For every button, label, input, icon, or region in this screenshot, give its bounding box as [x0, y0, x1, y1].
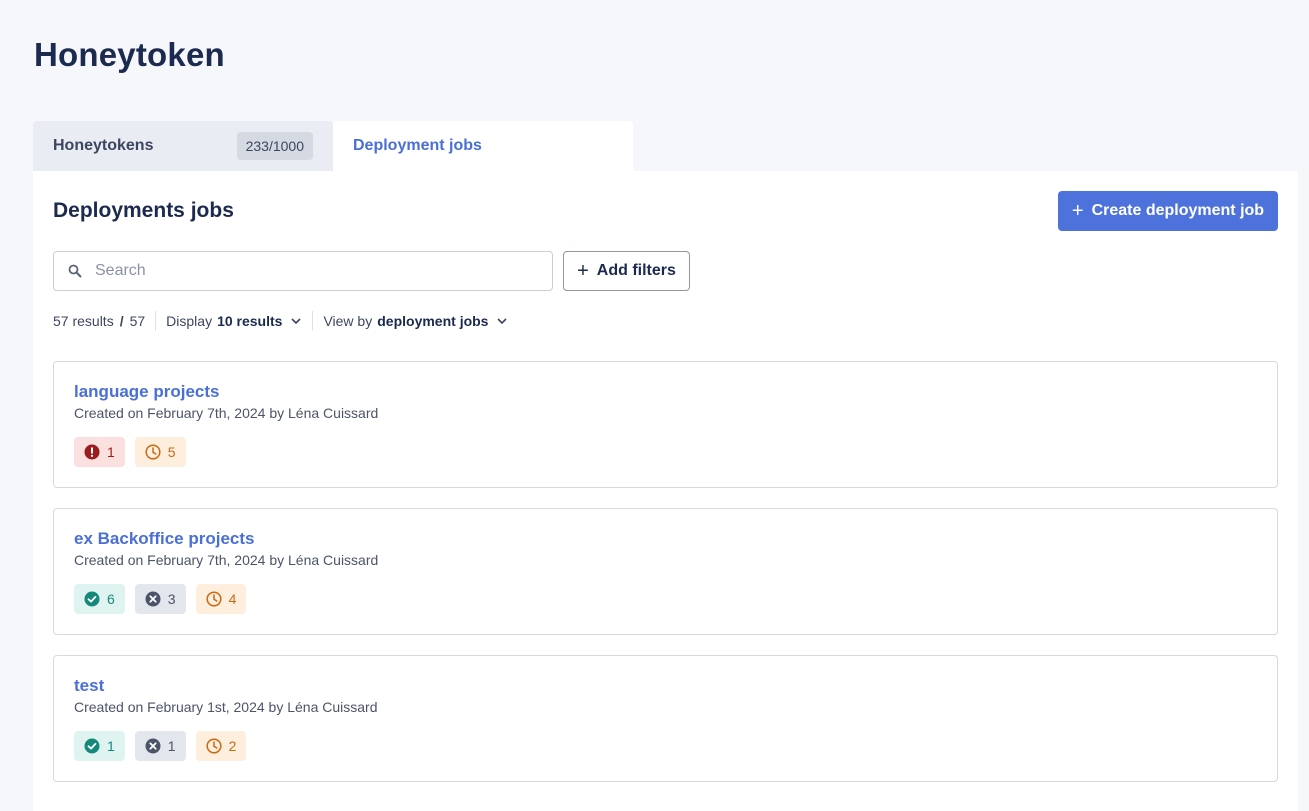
status-badge-success: 6: [74, 584, 125, 614]
display-value: 10 results: [217, 313, 283, 329]
status-badge-failed: 1: [134, 731, 186, 761]
badge-value: 2: [228, 738, 237, 754]
error-icon: [84, 444, 100, 460]
divider: [155, 311, 157, 331]
search-box: [53, 251, 553, 291]
view-by-dropdown[interactable]: View by deployment jobs: [323, 313, 508, 329]
badge-value: 1: [107, 738, 115, 754]
job-subtitle: Created on February 7th, 2024 by Léna Cu…: [74, 405, 379, 421]
results-count: 57 results: [53, 313, 114, 329]
badge-value: 4: [228, 591, 237, 607]
results-slash: /: [119, 313, 124, 329]
clock-icon: [206, 738, 222, 754]
panel-title: Deployments jobs: [53, 199, 234, 222]
tab-bar: Honeytokens 233/1000 Deployment jobs: [33, 121, 633, 171]
badge-value: 1: [167, 738, 176, 754]
deployment-jobs-panel: Deployments jobs + Create deployment job…: [33, 171, 1298, 811]
deployment-job-card: language projects Created on February 7t…: [53, 361, 1278, 488]
divider: [312, 311, 314, 331]
job-title-link[interactable]: test: [74, 676, 104, 696]
badge-value: 6: [107, 591, 115, 607]
check-circle-icon: [84, 591, 100, 607]
job-title-link[interactable]: language projects: [74, 382, 219, 402]
results-bar: 57 results / 57 Display 10 results View …: [53, 311, 508, 331]
chevron-down-icon: [497, 318, 508, 325]
tab-count-badge: 233/1000: [236, 132, 313, 160]
create-deployment-job-button[interactable]: + Create deployment job: [1058, 191, 1278, 231]
clock-icon: [206, 591, 222, 607]
badge-value: 1: [107, 444, 115, 460]
deployment-job-card: ex Backoffice projects Created on Februa…: [53, 508, 1278, 635]
job-status-badges: 6 3 4: [74, 584, 247, 614]
x-circle-icon: [145, 738, 161, 754]
add-filters-button[interactable]: + Add filters: [563, 251, 690, 291]
job-status-badges: 1 1 2: [74, 731, 247, 761]
search-icon: [68, 264, 82, 278]
tab-honeytokens[interactable]: Honeytokens 233/1000: [33, 121, 333, 171]
status-badge-pending: 2: [195, 731, 247, 761]
clock-icon: [145, 444, 161, 460]
job-title-link[interactable]: ex Backoffice projects: [74, 529, 254, 549]
search-input[interactable]: [95, 262, 535, 280]
chevron-down-icon: [291, 318, 302, 325]
plus-icon: +: [1071, 200, 1084, 222]
job-status-badges: 1 5: [74, 437, 186, 467]
filter-button-label: Add filters: [596, 262, 676, 279]
badge-value: 5: [167, 444, 176, 460]
viewby-value: deployment jobs: [377, 313, 489, 329]
status-badge-pending: 5: [134, 437, 186, 467]
results-total: 57: [129, 313, 146, 329]
deployment-job-card: test Created on February 1st, 2024 by Lé…: [53, 655, 1278, 782]
display-dropdown[interactable]: Display 10 results: [166, 313, 302, 329]
status-badge-failed: 3: [134, 584, 186, 614]
tab-label: Honeytokens: [53, 137, 154, 154]
page-title: Honeytoken: [34, 36, 225, 73]
check-circle-icon: [84, 738, 100, 754]
display-label: Display: [166, 313, 213, 329]
x-circle-icon: [145, 591, 161, 607]
job-subtitle: Created on February 1st, 2024 by Léna Cu…: [74, 699, 378, 715]
plus-icon: +: [577, 260, 589, 282]
tab-deployment-jobs[interactable]: Deployment jobs: [333, 121, 633, 171]
status-badge-error: 1: [74, 437, 125, 467]
status-badge-success: 1: [74, 731, 125, 761]
status-badge-pending: 4: [195, 584, 247, 614]
badge-value: 3: [167, 591, 176, 607]
create-button-label: Create deployment job: [1091, 202, 1265, 219]
tab-label: Deployment jobs: [353, 137, 482, 154]
viewby-label: View by: [323, 313, 373, 329]
job-subtitle: Created on February 7th, 2024 by Léna Cu…: [74, 552, 379, 568]
